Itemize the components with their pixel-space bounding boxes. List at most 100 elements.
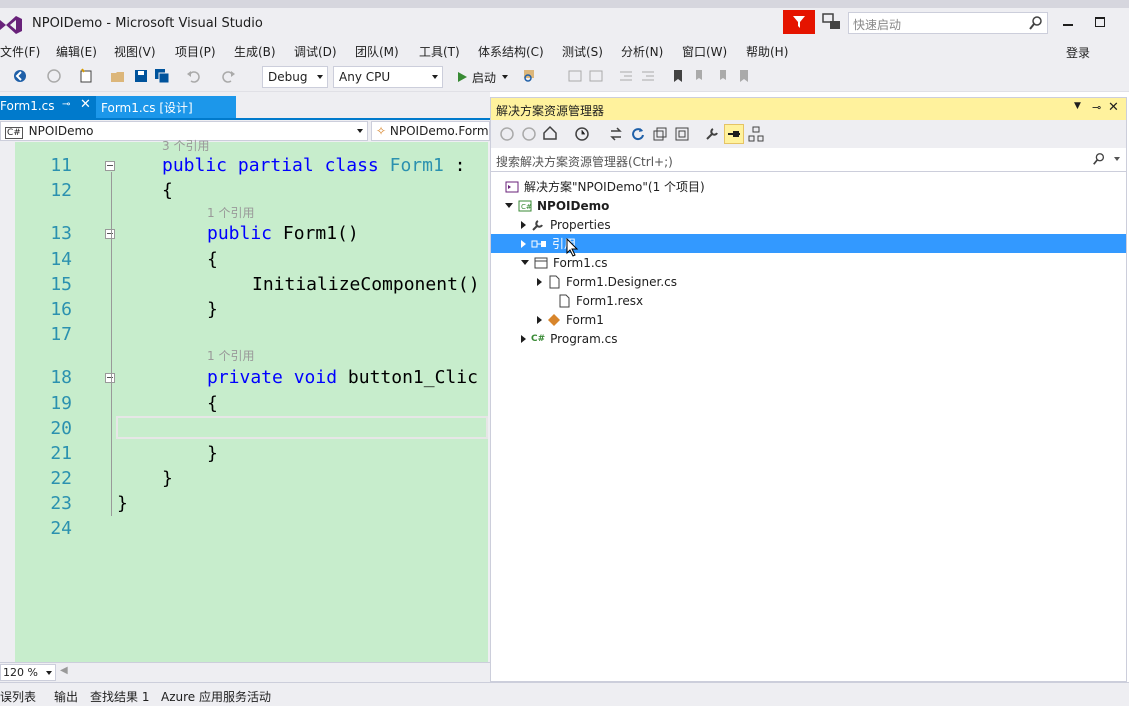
login-link[interactable]: 登录	[1066, 44, 1090, 61]
tree-item-form1-designer[interactable]: Form1.Designer.cs	[537, 272, 677, 291]
sync-icon[interactable]	[608, 126, 624, 142]
open-file-icon[interactable]	[110, 68, 126, 84]
expand-arrow-icon[interactable]	[521, 334, 526, 343]
menu-test[interactable]: 测试(S)	[562, 43, 603, 60]
menu-file[interactable]: 文件(F)	[0, 43, 40, 60]
code-line-14: {	[207, 249, 218, 270]
chevron-down-icon[interactable]	[1114, 157, 1120, 161]
notification-flag-button[interactable]	[783, 10, 815, 34]
tab-form1-cs[interactable]: Form1.cs ⊸ ✕	[0, 96, 96, 118]
code-line-22: }	[162, 468, 173, 489]
minimize-button[interactable]	[1058, 12, 1078, 32]
forward-icon[interactable]	[521, 126, 537, 142]
menu-analyze[interactable]: 分析(N)	[621, 43, 663, 60]
solution-search-input[interactable]: 搜索解决方案资源管理器(Ctrl+;)	[491, 148, 1126, 172]
expand-arrow-icon[interactable]	[521, 220, 526, 229]
close-icon[interactable]: ✕	[1108, 100, 1119, 115]
code-lens-method-refs[interactable]: 1 个引用	[207, 347, 254, 364]
back-icon[interactable]	[499, 126, 515, 142]
tree-item-form1-class[interactable]: Form1	[537, 310, 604, 329]
save-all-icon[interactable]	[154, 68, 170, 84]
solution-configuration-select[interactable]: Debug	[262, 66, 328, 88]
tree-item-program-cs[interactable]: C# Program.cs	[521, 329, 617, 348]
expand-arrow-icon[interactable]	[537, 277, 542, 286]
menu-window[interactable]: 窗口(W)	[682, 43, 727, 60]
forward-icon[interactable]	[46, 68, 62, 84]
code-line-11: public partial class Form1 :	[162, 155, 466, 176]
tab-output[interactable]: 输出	[54, 688, 78, 705]
menu-project[interactable]: 项目(P)	[175, 43, 216, 60]
code-lens-class-refs[interactable]: 3 个引用	[162, 137, 209, 154]
menu-help[interactable]: 帮助(H)	[746, 43, 788, 60]
increase-indent-icon[interactable]	[640, 68, 656, 84]
feedback-icon[interactable]	[822, 13, 842, 31]
type-nav-select[interactable]: ✧ NPOIDemo.Form1	[371, 121, 490, 141]
collapse-all-icon[interactable]	[652, 126, 668, 142]
pin-icon[interactable]: ⊸	[1092, 101, 1101, 114]
menu-edit[interactable]: 编辑(E)	[56, 43, 97, 60]
home-icon[interactable]	[542, 125, 558, 141]
back-icon[interactable]	[12, 68, 28, 84]
expand-arrow-icon[interactable]	[537, 315, 542, 324]
new-project-icon[interactable]	[78, 68, 94, 84]
solution-explorer-toolbar	[491, 120, 1126, 148]
current-line-highlight	[116, 416, 488, 439]
expand-arrow-icon[interactable]	[521, 260, 529, 265]
show-all-files-icon[interactable]	[674, 126, 690, 142]
class-diagram-icon[interactable]	[748, 126, 764, 142]
references-icon	[531, 240, 546, 247]
find-in-files-icon[interactable]	[522, 68, 538, 84]
menu-view[interactable]: 视图(V)	[114, 43, 156, 60]
top-strip	[0, 0, 1129, 8]
undo-icon[interactable]	[186, 68, 202, 84]
pin-icon[interactable]: ⊸	[62, 99, 70, 110]
tab-form1-designer[interactable]: Form1.cs [设计]	[96, 96, 236, 118]
outline-guide	[111, 172, 112, 516]
expand-arrow-icon[interactable]	[505, 203, 513, 208]
redo-icon[interactable]	[220, 68, 236, 84]
zoom-select[interactable]: 120 %	[0, 664, 56, 681]
tab-azure-activity[interactable]: Azure 应用服务活动	[161, 688, 271, 705]
maximize-button[interactable]	[1090, 12, 1110, 32]
tree-item-project[interactable]: C# NPOIDemo	[505, 196, 609, 215]
code-lens-ctor-refs[interactable]: 1 个引用	[207, 204, 254, 221]
refresh-icon[interactable]	[630, 126, 646, 142]
previous-bookmark-icon[interactable]	[692, 68, 708, 84]
start-debugging-button[interactable]: 启动	[452, 66, 512, 88]
tree-item-solution[interactable]: 解决方案"NPOIDemo"(1 个项目)	[505, 177, 705, 196]
bookmark-icon[interactable]	[670, 68, 686, 84]
menu-tools[interactable]: 工具(T)	[419, 43, 460, 60]
save-icon[interactable]	[133, 68, 149, 84]
tree-item-properties[interactable]: Properties	[521, 215, 611, 234]
resx-label: Form1.resx	[576, 293, 644, 308]
tab-find-results[interactable]: 查找结果 1	[90, 688, 149, 705]
uncomment-icon[interactable]	[588, 68, 604, 84]
menu-team[interactable]: 团队(M)	[355, 43, 399, 60]
collapse-toggle[interactable]	[105, 161, 115, 171]
preview-selected-items-button[interactable]	[724, 124, 744, 144]
close-icon[interactable]: ✕	[80, 97, 91, 112]
menu-debug[interactable]: 调试(D)	[294, 43, 337, 60]
csharp-file-icon: C#	[531, 333, 546, 344]
comment-icon[interactable]	[567, 68, 583, 84]
decrease-indent-icon[interactable]	[618, 68, 634, 84]
pending-changes-icon[interactable]	[574, 126, 590, 142]
chevron-down-icon[interactable]: ▼	[1074, 101, 1081, 111]
line-number: 11	[50, 155, 72, 176]
properties-wrench-icon[interactable]	[704, 126, 720, 142]
chevron-down-icon	[46, 671, 52, 675]
collapse-toggle[interactable]	[105, 229, 115, 239]
scroll-left-icon[interactable]: ◀	[60, 665, 68, 676]
tab-error-list[interactable]: 错误列表	[0, 688, 36, 705]
collapse-toggle[interactable]	[105, 373, 115, 383]
tree-item-form1-cs[interactable]: Form1.cs	[521, 253, 608, 272]
solution-platform-select[interactable]: Any CPU	[333, 66, 443, 88]
clear-bookmarks-icon[interactable]	[736, 68, 752, 84]
tree-item-form1-resx[interactable]: Form1.resx	[557, 291, 643, 310]
editor-zoom-bar: 120 % ◀	[0, 662, 490, 682]
next-bookmark-icon[interactable]	[714, 68, 730, 84]
quick-launch-input[interactable]: 快速启动	[848, 12, 1048, 34]
menu-build[interactable]: 生成(B)	[234, 43, 276, 60]
menu-architecture[interactable]: 体系结构(C)	[478, 43, 544, 60]
expand-arrow-icon[interactable]	[521, 239, 526, 248]
